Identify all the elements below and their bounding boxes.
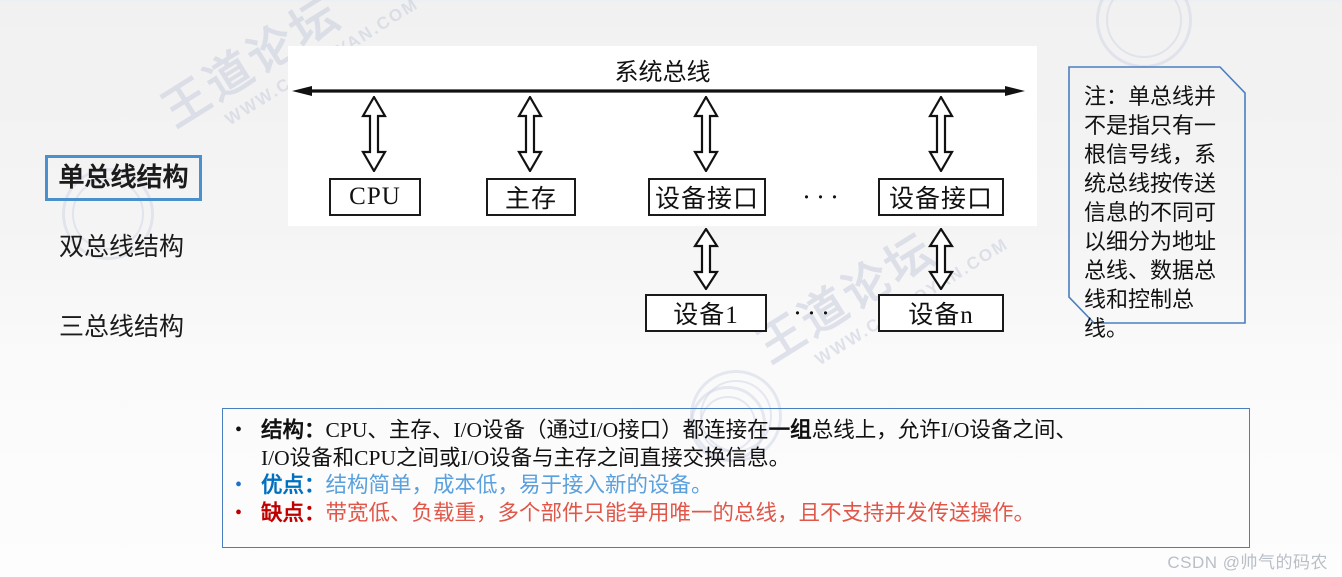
connector-arrow-interfacen-icon	[928, 96, 954, 172]
ellipsis-bottom-row: ···	[793, 297, 835, 328]
sidebar-item-label: 三总线结构	[59, 314, 185, 341]
sidebar-item-label: 双总线结构	[59, 234, 185, 261]
node-main-memory[interactable]: 主存	[486, 178, 576, 216]
node-device-interface-1[interactable]: 设备接口	[648, 178, 766, 216]
node-device-1[interactable]: 设备1	[645, 294, 767, 332]
system-bus-arrow-icon	[292, 86, 1025, 96]
sidebar-item-single-bus[interactable]: 单总线结构	[45, 155, 202, 201]
node-device-n[interactable]: 设备n	[878, 294, 1004, 332]
node-label: 设备n	[908, 302, 974, 329]
summary-line-body: 优点：结构简单，成本低，易于接入新的设备。	[261, 472, 1239, 500]
watermark-logo-ring-top	[1096, 0, 1192, 68]
sidebar-item-dual-bus[interactable]: 双总线结构	[53, 235, 184, 260]
summary-line-advantages: • 优点：结构简单，成本低，易于接入新的设备。	[235, 472, 1239, 500]
node-label: 设备接口	[654, 186, 759, 213]
summary-lead-disadvantages: 缺点：	[261, 500, 326, 525]
system-bus-label: 系统总线	[614, 60, 711, 86]
summary-emphasis-structure: 一组	[768, 418, 812, 442]
connector-arrow-device1-icon	[693, 228, 719, 290]
summary-box: • 结构：CPU、主存、I/O设备（通过I/O接口）都连接在一组总线上，允许I/…	[222, 408, 1250, 548]
note-text: 注：单总线并不是指只有一根信号线，系统总线按传送信息的不同可以细分为地址总线、数…	[1084, 84, 1217, 342]
summary-lead-structure: 结构：	[261, 418, 326, 442]
ellipsis-top-row: ···	[802, 181, 844, 212]
connector-arrow-memory-icon	[517, 96, 543, 172]
summary-line-body: 缺点：带宽低、负载重，多个部件只能争用唯一的总线，且不支持并发传送操作。	[261, 500, 1239, 528]
sidebar-item-triple-bus[interactable]: 三总线结构	[53, 315, 184, 340]
summary-text-structure: CPU、主存、I/O设备（通过I/O接口）都连接在	[325, 418, 769, 442]
summary-line-structure: • 结构：CPU、主存、I/O设备（通过I/O接口）都连接在一组总线上，允许I/…	[235, 417, 1239, 472]
csdn-credit: CSDN @帅气的码农	[1167, 553, 1328, 572]
node-device-interface-n[interactable]: 设备接口	[878, 178, 1004, 216]
bullet-icon: •	[235, 419, 243, 441]
summary-text-advantages: 结构简单，成本低，易于接入新的设备。	[325, 473, 713, 498]
connector-arrow-interface1-icon	[693, 96, 719, 172]
summary-text-structure-after: 总线上，允许I/O设备之间、	[811, 418, 1077, 442]
summary-line-body: 结构：CPU、主存、I/O设备（通过I/O接口）都连接在一组总线上，允许I/O设…	[261, 417, 1239, 472]
bullet-icon: •	[235, 501, 243, 524]
summary-text-disadvantages: 带宽低、负载重，多个部件只能争用唯一的总线，且不支持并发传送操作。	[325, 500, 1036, 525]
connector-arrow-cpu-icon	[361, 96, 387, 172]
node-label: 设备1	[673, 302, 739, 329]
connector-arrow-devicen-icon	[928, 228, 954, 290]
summary-text-structure-line2: I/O设备和CPU之间或I/O设备与主存之间直接交换信息。	[261, 445, 791, 470]
slide-canvas: 王道论坛 WWW.CSKAOYAN.COM 王道论坛 WWW.CSKAOYAN.…	[0, 0, 1342, 577]
summary-lead-advantages: 优点：	[261, 473, 326, 498]
note-callout: 注：单总线并不是指只有一根信号线，系统总线按传送信息的不同可以细分为地址总线、数…	[1068, 66, 1246, 341]
sidebar-item-label: 单总线结构	[58, 163, 189, 192]
bullet-icon: •	[235, 474, 243, 497]
node-label: 主存	[504, 186, 557, 213]
node-label: 设备接口	[888, 186, 993, 213]
node-label: CPU	[349, 183, 401, 210]
node-cpu[interactable]: CPU	[329, 178, 421, 216]
summary-line-disadvantages: • 缺点：带宽低、负载重，多个部件只能争用唯一的总线，且不支持并发传送操作。	[235, 500, 1239, 528]
